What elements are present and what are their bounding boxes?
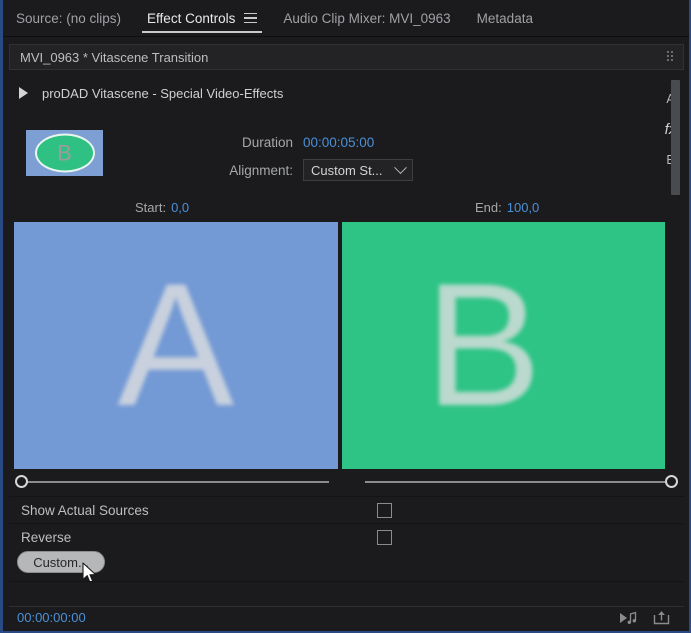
alignment-label: Alignment: <box>229 162 293 178</box>
reverse-row: Reverse <box>9 523 684 550</box>
tab-metadata-label: Metadata <box>476 10 533 26</box>
end-slider-handle[interactable] <box>665 475 678 488</box>
clip-title-bar[interactable]: MVI_0963 * Vitascene Transition <box>9 44 684 70</box>
end-slider-track <box>364 481 670 483</box>
tab-source[interactable]: Source: (no clips) <box>3 0 134 37</box>
tab-effect-controls-label: Effect Controls <box>147 10 236 26</box>
start-slider-handle[interactable] <box>15 475 28 488</box>
transition-preview: A B <box>14 222 665 469</box>
reverse-label: Reverse <box>21 529 72 545</box>
chevron-down-icon <box>394 160 407 174</box>
start-slider[interactable] <box>9 470 343 494</box>
end-slider[interactable] <box>351 470 685 494</box>
show-actual-sources-label: Show Actual Sources <box>21 502 149 518</box>
end-label: End: <box>475 200 502 215</box>
bottom-icon-group <box>620 610 670 625</box>
export-frame-icon[interactable] <box>653 610 670 625</box>
vertical-scrollbar[interactable] <box>671 80 680 195</box>
tab-audio-clip-mixer-label: Audio Clip Mixer: MVI_0963 <box>283 10 451 26</box>
bottom-divider <box>9 581 684 582</box>
end-control: End: 100,0 <box>475 200 539 215</box>
end-value[interactable]: 100,0 <box>507 200 540 215</box>
duration-row: Duration 00:00:05:00 <box>153 135 374 150</box>
start-value[interactable]: 0,0 <box>171 200 189 215</box>
hamburger-menu-icon[interactable] <box>244 12 258 24</box>
tab-audio-clip-mixer[interactable]: Audio Clip Mixer: MVI_0963 <box>270 0 463 37</box>
clip-title-label: MVI_0963 * Vitascene Transition <box>20 49 209 65</box>
disclosure-triangle-icon[interactable] <box>19 87 28 99</box>
tab-metadata[interactable]: Metadata <box>464 0 546 37</box>
show-actual-sources-row: Show Actual Sources <box>9 496 684 523</box>
preview-pane-a[interactable]: A <box>14 222 338 469</box>
drag-grip-icon[interactable] <box>667 51 674 63</box>
reverse-checkbox[interactable] <box>377 529 392 545</box>
active-tab-underline <box>142 30 263 33</box>
transition-thumbnail: B <box>26 130 103 176</box>
effect-row[interactable]: proDAD Vitascene - Special Video-Effects <box>9 80 659 106</box>
transition-slider-band <box>9 470 684 494</box>
show-actual-sources-checkbox[interactable] <box>377 502 392 518</box>
preview-b-letter: B <box>424 248 542 443</box>
custom-button-label: Custom... <box>33 554 89 570</box>
effect-controls-panel: Source: (no clips) Effect Controls Audio… <box>0 0 691 633</box>
preview-pane-b[interactable]: B <box>341 222 665 469</box>
thumbnail-letter: B <box>34 133 95 173</box>
preview-a-letter: A <box>117 248 235 443</box>
custom-button[interactable]: Custom... <box>17 551 105 573</box>
timecode-display[interactable]: 00:00:00:00 <box>17 610 86 625</box>
bottom-status-bar: 00:00:00:00 <box>9 606 684 628</box>
start-label: Start: <box>135 200 167 215</box>
start-end-band: Start: 0,0 End: 100,0 <box>9 200 684 222</box>
start-control: Start: 0,0 <box>135 200 189 215</box>
play-audio-icon[interactable] <box>620 611 637 625</box>
alignment-dropdown[interactable]: Custom St... <box>303 159 413 181</box>
duration-label: Duration <box>241 135 293 150</box>
effect-name-label: proDAD Vitascene - Special Video-Effects <box>42 85 284 101</box>
alignment-row: Alignment: Custom St... <box>153 159 413 181</box>
start-slider-track <box>23 481 329 483</box>
tab-effect-controls[interactable]: Effect Controls <box>134 0 270 37</box>
tab-source-label: Source: (no clips) <box>16 10 122 26</box>
duration-value[interactable]: 00:00:05:00 <box>303 135 374 150</box>
alignment-dropdown-value: Custom St... <box>311 162 383 178</box>
panel-tab-bar: Source: (no clips) Effect Controls Audio… <box>3 0 689 37</box>
